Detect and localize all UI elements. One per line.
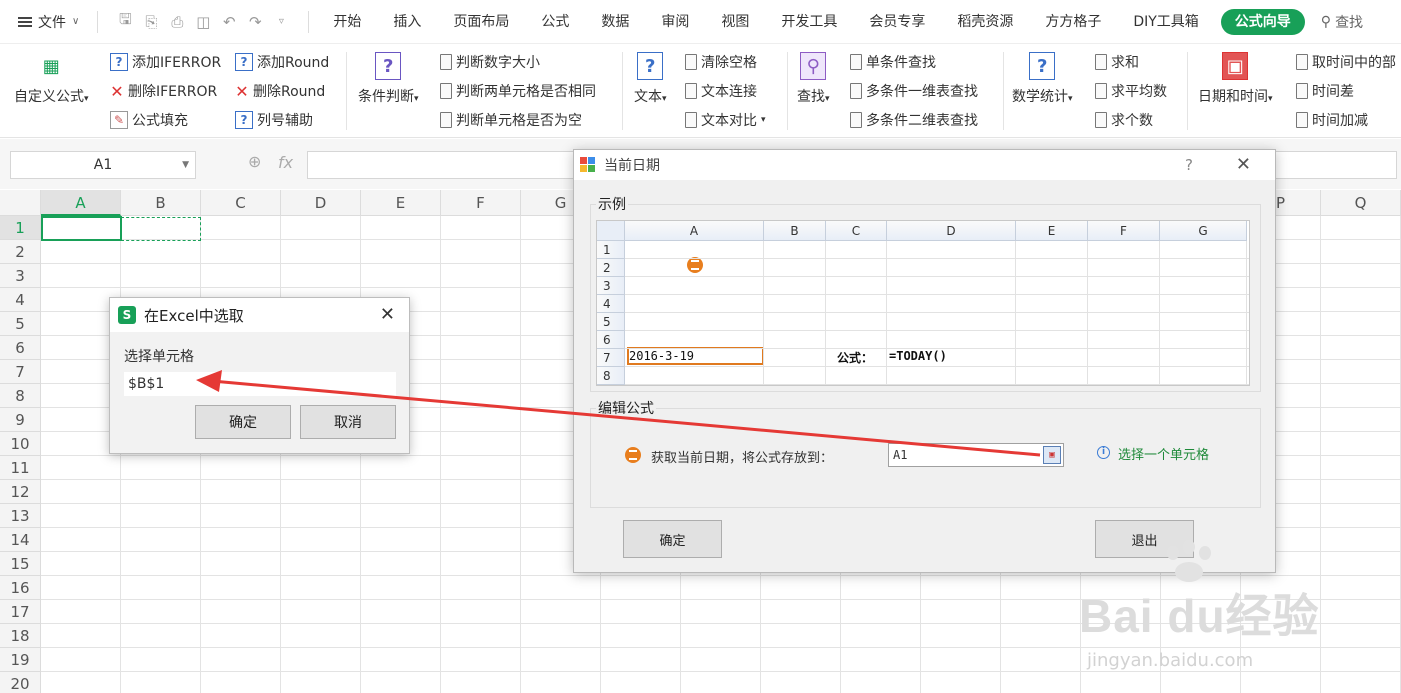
spreadsheet-app: 文件 ∨ 🖫 ⎘ ⎙ ◫ ↶ ↷ ▿ 开始 插入 页面布局 公式 数据 审阅 视图 开发工具会… [0, 0, 1401, 693]
annotation-arrow [196, 370, 1041, 457]
arrow-head [196, 370, 222, 392]
arrow-line [211, 379, 1041, 457]
